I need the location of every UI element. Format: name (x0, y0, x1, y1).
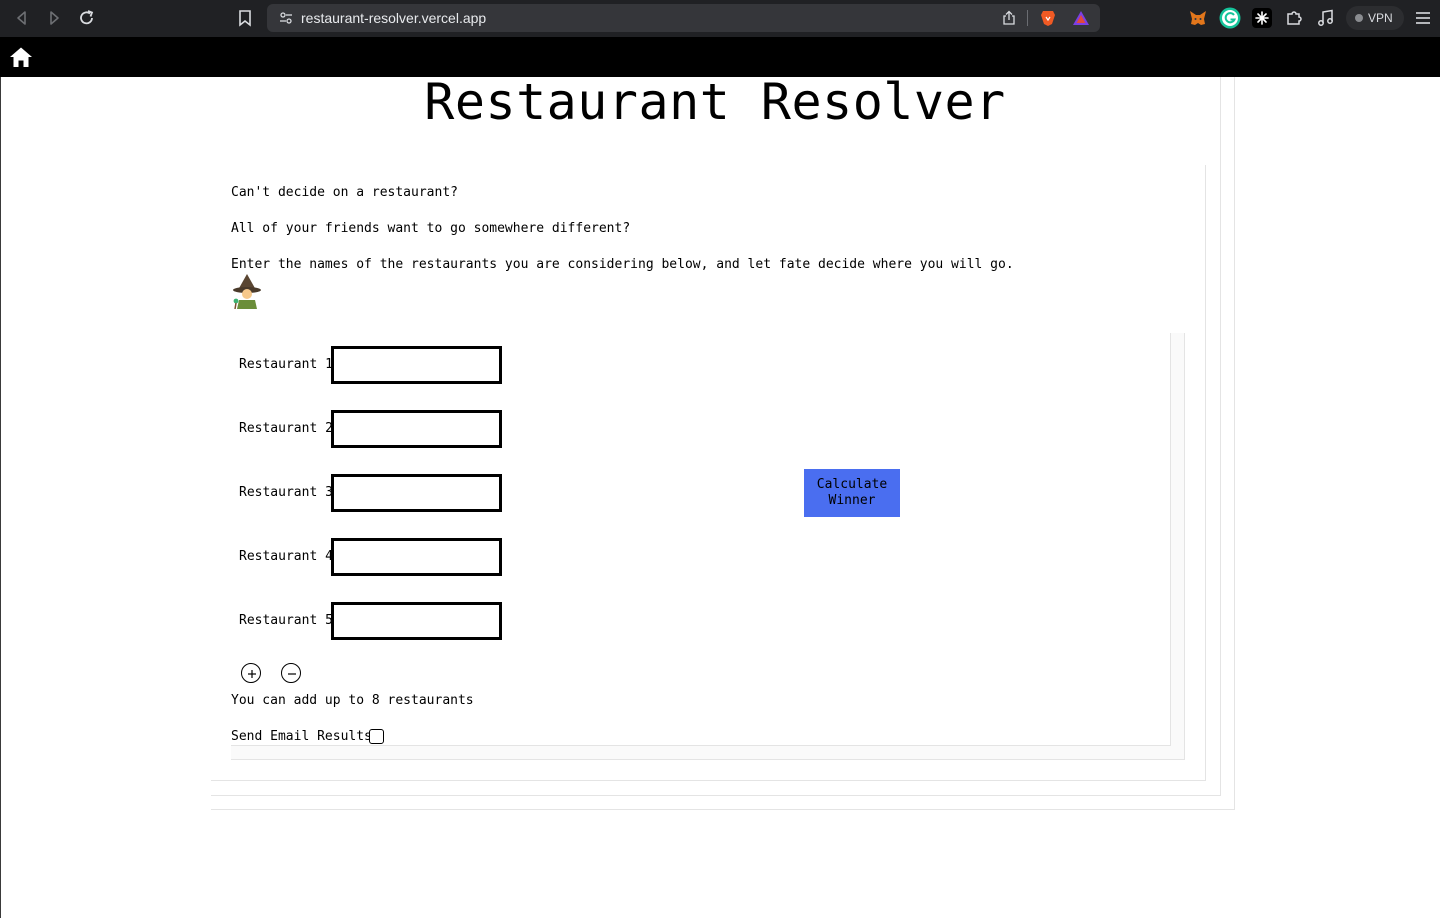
vpn-button[interactable]: VPN (1346, 6, 1404, 30)
vpn-status-icon (1355, 14, 1363, 22)
restaurant-1-label: Restaurant 1 (239, 357, 333, 372)
wizard-emoji-icon (231, 273, 265, 310)
menu-icon[interactable] (1414, 9, 1432, 27)
page-left-border (0, 77, 1, 918)
restaurant-5-label: Restaurant 5 (239, 613, 333, 628)
extensions-puzzle-icon[interactable] (1283, 7, 1305, 29)
app-header (0, 37, 1440, 77)
address-bar[interactable]: restaurant-resolver.vercel.app (267, 4, 1100, 32)
restaurant-4-label: Restaurant 4 (239, 549, 333, 564)
restaurant-5-input[interactable] (331, 602, 502, 640)
back-icon[interactable] (10, 7, 34, 29)
restaurant-3-input[interactable] (331, 474, 502, 512)
intro-line-1: Can't decide on a restaurant? (231, 185, 458, 200)
url-text[interactable]: restaurant-resolver.vercel.app (301, 4, 486, 32)
restaurant-2-input[interactable] (331, 410, 502, 448)
metamask-icon[interactable] (1187, 7, 1209, 29)
restaurant-1-input[interactable] (331, 346, 502, 384)
intro-line-3: Enter the names of the restaurants you a… (231, 257, 1014, 272)
page-title: Restaurant Resolver (424, 73, 1006, 131)
restaurant-4-input[interactable] (331, 538, 502, 576)
plus-circle-icon (248, 670, 256, 678)
share-icon[interactable] (1001, 10, 1017, 26)
reload-icon[interactable] (75, 7, 99, 29)
send-email-checkbox[interactable] (369, 729, 384, 744)
forward-icon[interactable] (42, 7, 66, 29)
send-email-label: Send Email Results (231, 729, 372, 744)
brave-rewards-icon[interactable] (1072, 9, 1090, 27)
brave-shields-icon[interactable] (1039, 9, 1057, 27)
restaurant-limit-note: You can add up to 8 restaurants (231, 693, 474, 708)
browser-toolbar: restaurant-resolver.vercel.app VPN (0, 0, 1440, 37)
site-settings-icon[interactable] (279, 11, 293, 25)
restaurant-3-label: Restaurant 3 (239, 485, 333, 500)
vpn-label: VPN (1368, 11, 1393, 25)
home-icon[interactable] (9, 46, 33, 68)
restaurant-2-label: Restaurant 2 (239, 421, 333, 436)
media-icon[interactable] (1315, 7, 1337, 29)
bookmark-icon[interactable] (236, 8, 254, 28)
intro-line-2: All of your friends want to go somewhere… (231, 221, 631, 236)
add-restaurant-button[interactable] (241, 663, 261, 683)
remove-restaurant-button[interactable] (281, 663, 301, 683)
extension-icon[interactable] (1251, 7, 1273, 29)
calculate-winner-button[interactable]: Calculate Winner (804, 469, 900, 517)
url-separator (1027, 10, 1028, 26)
minus-circle-icon (288, 673, 296, 675)
grammarly-icon[interactable] (1219, 7, 1241, 29)
